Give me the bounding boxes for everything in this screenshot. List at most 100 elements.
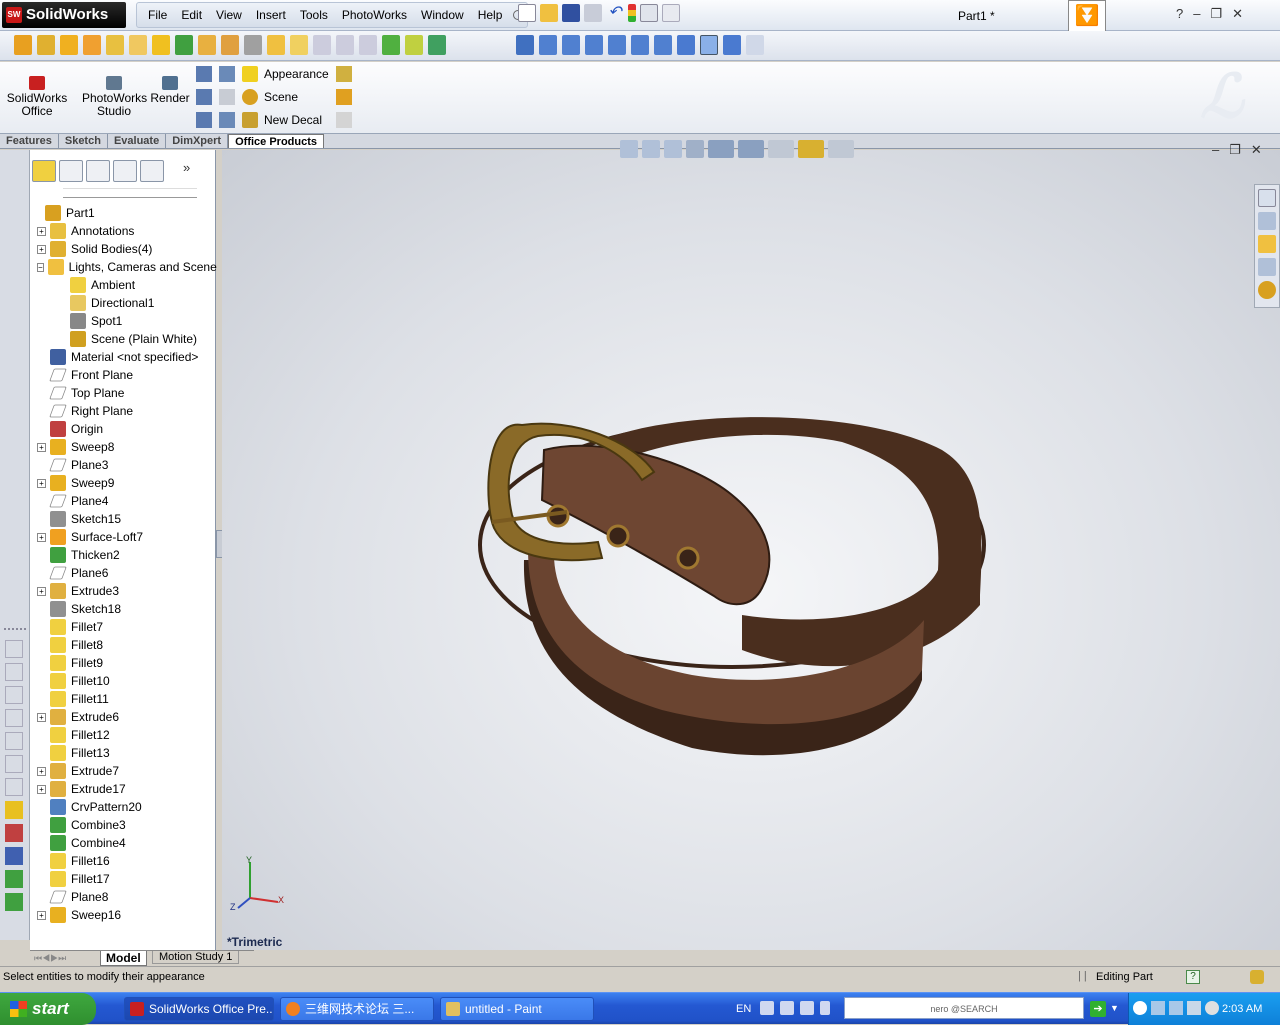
tree-node[interactable]: Scene (Plain White) xyxy=(30,330,216,348)
split-tool-icon[interactable] xyxy=(5,893,23,911)
view-orientation-icon[interactable] xyxy=(708,140,734,158)
appearances-scenes-icon[interactable] xyxy=(1258,281,1276,299)
viewport-minimize-button[interactable]: – xyxy=(1212,142,1219,158)
section-view-icon[interactable] xyxy=(686,140,704,158)
tree-node[interactable]: Fillet12 xyxy=(30,726,216,744)
bottom-view-icon[interactable] xyxy=(654,35,672,55)
tab-evaluate[interactable]: Evaluate xyxy=(108,134,167,148)
print-icon[interactable] xyxy=(584,4,602,22)
paste-appearance-icon[interactable] xyxy=(336,89,352,105)
expand-icon[interactable]: + xyxy=(37,532,46,542)
solidworks-office-button[interactable]: SolidWorks Office xyxy=(6,76,68,118)
tree-node[interactable]: Sketch18 xyxy=(30,600,216,618)
rebuild-icon[interactable] xyxy=(628,4,636,22)
expand-icon[interactable]: + xyxy=(37,712,46,722)
isometric-view-icon[interactable] xyxy=(677,35,695,55)
tree-node[interactable]: Combine4 xyxy=(30,834,216,852)
network-icon[interactable] xyxy=(1169,1001,1183,1015)
viewport-restore-button[interactable]: ❐ xyxy=(1229,142,1241,158)
top-view-icon[interactable] xyxy=(631,35,649,55)
display-relations-icon[interactable] xyxy=(5,847,23,865)
menu-window[interactable]: Window xyxy=(414,8,471,22)
hole-tool-icon[interactable] xyxy=(267,35,285,55)
zoom-to-fit-icon[interactable] xyxy=(620,140,638,158)
tree-node[interactable]: + Annotations xyxy=(30,222,216,240)
collapse-icon[interactable]: − xyxy=(37,262,44,272)
wrap-tool-icon[interactable] xyxy=(359,35,377,55)
zoom-to-area-icon[interactable] xyxy=(642,140,660,158)
feature-manager-tab-icon[interactable] xyxy=(32,160,56,182)
tree-node[interactable]: + Extrude7 xyxy=(30,762,216,780)
tree-node[interactable]: + Sweep9 xyxy=(30,474,216,492)
tree-node[interactable]: Front Plane xyxy=(30,366,216,384)
tree-node[interactable]: Plane8 xyxy=(30,888,216,906)
tree-node[interactable]: + Sweep8 xyxy=(30,438,216,456)
chevron-expand-icon[interactable]: ⏬ xyxy=(1068,0,1106,34)
expand-icon[interactable]: + xyxy=(37,586,46,596)
tab-dimxpert[interactable]: DimXpert xyxy=(166,134,229,148)
pen-icon[interactable] xyxy=(760,1001,774,1015)
right-view-icon[interactable] xyxy=(608,35,626,55)
network-icon[interactable] xyxy=(1151,1001,1165,1015)
curves-tool-icon[interactable] xyxy=(428,35,446,55)
edit-decal-icon[interactable] xyxy=(336,112,352,128)
display-style-icon[interactable] xyxy=(738,140,764,158)
solidworks-logo[interactable]: SW SolidWorks xyxy=(2,2,126,28)
photo-icon[interactable] xyxy=(662,4,680,22)
shell-tool-icon[interactable] xyxy=(221,35,239,55)
tab-features[interactable]: Features xyxy=(0,134,59,148)
file-explorer-icon[interactable] xyxy=(1258,235,1276,253)
fillet-tool-icon[interactable] xyxy=(152,35,170,55)
chamfer-tool-icon[interactable] xyxy=(175,35,193,55)
front-view-icon[interactable] xyxy=(539,35,557,55)
tab-office-products[interactable]: Office Products xyxy=(228,134,324,148)
menu-edit[interactable]: Edit xyxy=(174,8,209,22)
revolve-tool-icon[interactable] xyxy=(37,35,55,55)
tree-node[interactable]: Ambient xyxy=(30,276,216,294)
hide-show-items-icon[interactable] xyxy=(768,140,794,158)
tree-node[interactable]: Origin xyxy=(30,420,216,438)
view-box-icon[interactable] xyxy=(5,755,23,773)
apply-scene-icon[interactable] xyxy=(828,140,854,158)
copy-appearance-icon[interactable] xyxy=(336,66,352,82)
options-photo-icon[interactable] xyxy=(219,112,235,128)
dimxpert-manager-tab-icon[interactable] xyxy=(113,160,137,182)
expand-panel-icon[interactable]: » xyxy=(183,160,190,182)
render-region-icon[interactable] xyxy=(196,66,212,82)
tree-node[interactable]: + Extrude17 xyxy=(30,780,216,798)
home-icon[interactable] xyxy=(1258,189,1276,207)
belt-model[interactable] xyxy=(222,150,1280,950)
view-box-icon[interactable] xyxy=(5,663,23,681)
tree-node[interactable]: Fillet8 xyxy=(30,636,216,654)
sweep-tool-icon[interactable] xyxy=(60,35,78,55)
restore-button[interactable]: ❐ xyxy=(1210,6,1222,22)
keyboard-icon[interactable] xyxy=(780,1001,794,1015)
tab-sketch[interactable]: Sketch xyxy=(59,134,108,148)
tree-node[interactable]: + Surface-Loft7 xyxy=(30,528,216,546)
language-indicator[interactable]: EN xyxy=(736,1003,751,1015)
tree-node[interactable]: − Lights, Cameras and Scene xyxy=(30,258,217,276)
dome-tool-icon[interactable] xyxy=(290,35,308,55)
status-help-icon[interactable]: ? xyxy=(1186,970,1200,984)
taskbar-item-solidworks[interactable]: SolidWorks Office Pre... xyxy=(124,997,274,1021)
viewport-close-button[interactable]: ✕ xyxy=(1251,142,1262,158)
reference-geometry-icon[interactable] xyxy=(405,35,423,55)
dimetric-view-icon[interactable] xyxy=(723,35,741,55)
search-go-icon[interactable]: ➔ xyxy=(1090,1001,1106,1017)
measure-icon[interactable] xyxy=(746,35,764,55)
appearance-button[interactable]: Appearance xyxy=(242,66,329,82)
left-view-icon[interactable] xyxy=(585,35,603,55)
minimize-button[interactable]: – xyxy=(1193,6,1200,22)
save-icon[interactable] xyxy=(562,4,580,22)
graphics-viewport[interactable] xyxy=(222,150,1280,950)
tree-node[interactable]: + Extrude6 xyxy=(30,708,216,726)
menu-view[interactable]: View xyxy=(209,8,249,22)
combine-tool-icon[interactable] xyxy=(5,870,23,888)
view-palette-icon[interactable] xyxy=(1258,258,1276,276)
close-button[interactable]: ✕ xyxy=(1232,6,1243,22)
handwriting-icon[interactable] xyxy=(800,1001,814,1015)
menu-tools[interactable]: Tools xyxy=(293,8,335,22)
options-icon[interactable] xyxy=(640,4,658,22)
boundary-tool-icon[interactable] xyxy=(106,35,124,55)
help-icon[interactable]: ? xyxy=(1176,6,1183,22)
